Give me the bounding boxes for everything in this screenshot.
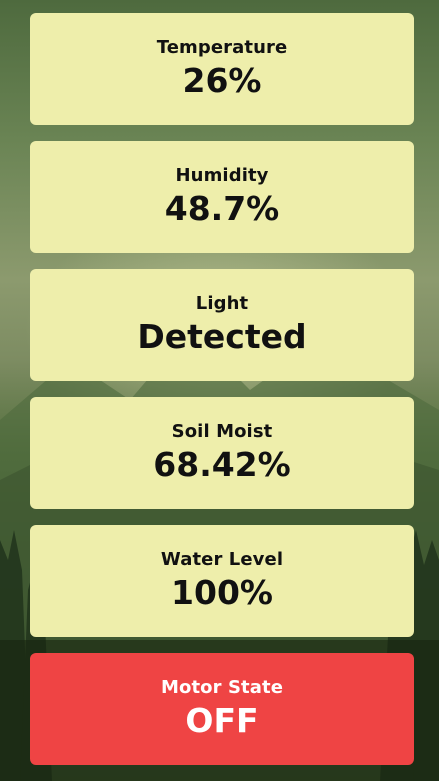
temperature-card: Temperature 26% bbox=[30, 13, 414, 125]
light-label: Light bbox=[195, 293, 249, 314]
light-card: Light Detected bbox=[30, 269, 414, 381]
soil-moisture-card: Soil Moist 68.42% bbox=[30, 397, 414, 509]
soil-moisture-value: 68.42% bbox=[153, 445, 291, 484]
light-value: Detected bbox=[137, 317, 307, 356]
water-level-card: Water Level 100% bbox=[30, 525, 414, 637]
soil-moisture-label: Soil Moist bbox=[171, 421, 273, 442]
water-level-label: Water Level bbox=[160, 549, 284, 570]
motor-state-card[interactable]: Motor State OFF bbox=[30, 653, 414, 765]
temperature-value: 26% bbox=[182, 61, 262, 100]
motor-state-label: Motor State bbox=[160, 677, 284, 698]
water-level-value: 100% bbox=[171, 573, 273, 612]
temperature-label: Temperature bbox=[156, 37, 288, 58]
motor-state-value: OFF bbox=[185, 701, 259, 740]
humidity-value: 48.7% bbox=[164, 189, 280, 228]
humidity-card: Humidity 48.7% bbox=[30, 141, 414, 253]
humidity-label: Humidity bbox=[175, 165, 269, 186]
sensor-cards: Temperature 26% Humidity 48.7% Light Det… bbox=[30, 13, 414, 765]
